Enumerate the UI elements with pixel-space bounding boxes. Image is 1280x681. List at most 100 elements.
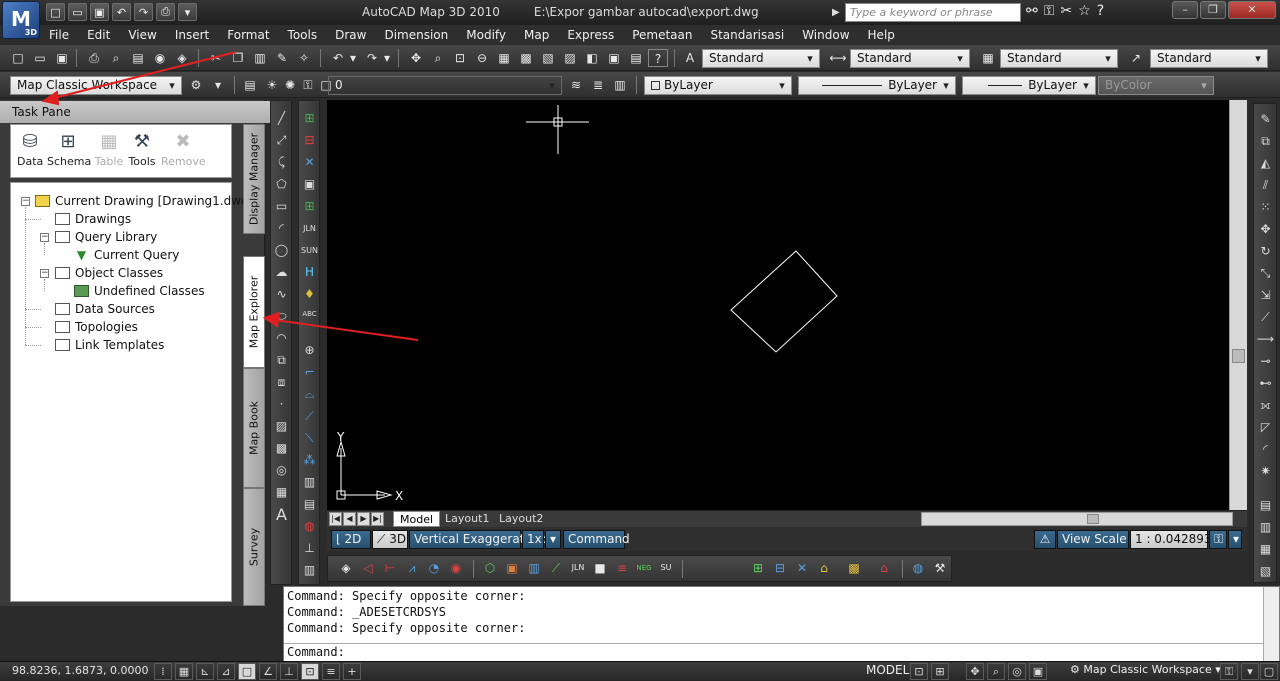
hatch-icon[interactable]: ▨	[272, 417, 291, 436]
map-x-icon[interactable]: ✕	[300, 153, 319, 172]
polyline-icon[interactable]: ⤹	[272, 153, 291, 172]
map-polygon-icon[interactable]: ◈	[336, 559, 356, 577]
move-icon[interactable]: ✥	[1256, 220, 1275, 239]
key-icon[interactable]: ⚿	[1044, 3, 1055, 19]
make-layer-current-icon[interactable]: ≋	[566, 76, 586, 94]
menu-modify[interactable]: Modify	[457, 28, 515, 42]
jln-map-icon[interactable]: JLN	[568, 559, 588, 577]
map-angle-icon[interactable]: ◁	[358, 559, 378, 577]
snap-settings-icon[interactable]: ▥	[300, 561, 319, 580]
open-icon[interactable]: ▭	[68, 3, 87, 21]
snap-center-icon[interactable]: ⁂	[300, 451, 319, 470]
zoom-previous-icon[interactable]: ⊖	[472, 49, 492, 67]
plot-preview-icon[interactable]: ⌕	[106, 49, 126, 67]
tab-survey[interactable]: Survey	[243, 488, 265, 606]
task-pane-title[interactable]: Task Pane	[0, 101, 270, 123]
first-tab-arrow-icon[interactable]: |◀	[329, 512, 342, 526]
save-file-icon[interactable]: ▣	[52, 49, 72, 67]
menu-draw[interactable]: Draw	[326, 28, 375, 42]
match-properties-icon[interactable]: ✎	[272, 49, 292, 67]
horizontal-scrollbar[interactable]	[921, 512, 1233, 526]
menu-tools[interactable]: Tools	[279, 28, 327, 42]
map-grid-icon[interactable]: ⊞	[300, 109, 319, 128]
search-arrow-icon[interactable]: ▶	[832, 3, 844, 22]
view-2d-button[interactable]: ⌊ 2D	[331, 530, 371, 549]
sheet-set-icon[interactable]: ▨	[560, 49, 580, 67]
zoom-window-icon[interactable]: ⊡	[450, 49, 470, 67]
map-measure-icon[interactable]: ⊟	[770, 559, 790, 577]
menu-express[interactable]: Express	[558, 28, 623, 42]
plot-icon[interactable]: ⎙	[156, 3, 175, 21]
vertical-exaggeration-value[interactable]: 1x	[522, 530, 544, 549]
construction-line-icon[interactable]: ⤢	[272, 131, 291, 150]
tree-item-object-classes[interactable]: Object Classes	[55, 264, 163, 282]
binoculars-icon[interactable]: ⚯	[1026, 3, 1038, 19]
map-house-icon[interactable]: ⌂	[814, 559, 834, 577]
zoom-realtime-icon[interactable]: ⌕	[428, 49, 448, 67]
help-toolbar-icon[interactable]: ?	[648, 49, 668, 67]
multileader-style-icon[interactable]: ↗	[1126, 49, 1146, 67]
lock-icon[interactable]: ⚿	[1209, 530, 1227, 549]
circle-icon[interactable]: ◯	[272, 241, 291, 260]
layer-select[interactable]: 0	[328, 76, 562, 95]
rotate-icon[interactable]: ↻	[1256, 242, 1275, 261]
insert-block-icon[interactable]: ⧉	[272, 351, 291, 370]
polar-tracking-icon[interactable]: ⊿	[217, 663, 235, 680]
linetype-select[interactable]: ByLayer	[798, 76, 956, 95]
arc-icon[interactable]: ◜	[272, 219, 291, 238]
workspace-switch[interactable]: ⚙ Map Classic Workspace ▾	[1070, 663, 1221, 680]
schema-tool-button[interactable]: ⊞ Schema	[47, 131, 91, 168]
redo-toolbar-icon[interactable]: ↷	[362, 49, 382, 67]
data-tool-button[interactable]: ⛁ Data	[17, 131, 43, 168]
open-file-icon[interactable]: ▭	[30, 49, 50, 67]
application-menu-button[interactable]: M 3D	[2, 1, 40, 39]
favorites-star-icon[interactable]: ☆	[1078, 3, 1091, 19]
model-space-button[interactable]: MODEL	[864, 663, 911, 680]
snap-quadrant-icon[interactable]: ▤	[300, 495, 319, 514]
save-icon[interactable]: ▣	[90, 3, 109, 21]
snap-midpoint-icon[interactable]: ⌓	[300, 385, 319, 404]
toolbar-lock-icon[interactable]: ⚿	[1220, 663, 1238, 680]
mirror-icon[interactable]: ◭	[1256, 154, 1275, 173]
tab-map-book[interactable]: Map Book	[243, 368, 265, 488]
jln-label-icon[interactable]: JLN	[300, 219, 319, 238]
ellipse-arc-icon[interactable]: ◠	[272, 329, 291, 348]
menu-dimension[interactable]: Dimension	[375, 28, 457, 42]
next-tab-arrow-icon[interactable]: ▶	[357, 512, 370, 526]
map-graph-icon[interactable]: ⩘	[402, 559, 422, 577]
map-frame-icon[interactable]: ▣	[502, 559, 522, 577]
qnew-icon[interactable]: □	[8, 49, 28, 67]
dynamic-ucs-icon[interactable]: ⊥	[280, 663, 298, 680]
layer-states-icon[interactable]: ▥	[610, 76, 630, 94]
menu-pemetaan[interactable]: Pemetaan	[623, 28, 701, 42]
help-icon[interactable]: ?	[1097, 3, 1104, 19]
neg-map-icon[interactable]: NEG	[634, 559, 654, 577]
tree-item-data-sources[interactable]: Data Sources	[55, 300, 155, 318]
status-dropdown-icon[interactable]: ▾	[1228, 530, 1242, 549]
snap-tracking-icon[interactable]: ∠	[259, 663, 277, 680]
offset-icon[interactable]: ⫽	[1256, 176, 1275, 195]
warning-icon[interactable]: ⚠	[1034, 530, 1056, 549]
redo-dropdown-icon[interactable]: ▾	[382, 49, 392, 67]
text-style-icon[interactable]: A	[680, 49, 700, 67]
qat-dropdown-icon[interactable]: ▾	[178, 3, 197, 21]
publish-dwf-icon[interactable]: ◈	[172, 49, 192, 67]
tree-item-current-query[interactable]: ▼ Current Query	[74, 246, 179, 264]
map-target-icon[interactable]: ◉	[446, 559, 466, 577]
workspace-select[interactable]: Map Classic Workspace	[10, 76, 182, 95]
stretch-icon[interactable]: ⇲	[1256, 286, 1275, 305]
quick-view-layouts-icon[interactable]: ⊡	[910, 663, 928, 680]
exaggeration-dropdown-icon[interactable]: ▾	[545, 530, 561, 549]
menu-map[interactable]: Map	[515, 28, 558, 42]
layer-bulb-icon[interactable]: ☀	[262, 76, 282, 94]
draworder-above-icon[interactable]: ▦	[1256, 540, 1275, 559]
draworder-front-icon[interactable]: ▤	[1256, 496, 1275, 515]
su-map-icon[interactable]: SU	[656, 559, 676, 577]
quickcalc-icon[interactable]: ▣	[604, 49, 624, 67]
revision-cloud-icon[interactable]: ☁	[272, 263, 291, 282]
pan-status-icon[interactable]: ✥	[966, 663, 984, 680]
lineweight-toggle-icon[interactable]: ≡	[322, 663, 340, 680]
drawing-canvas[interactable]: Y X	[327, 100, 1229, 510]
tree-item-link-templates[interactable]: Link Templates	[55, 336, 164, 354]
dynamic-input-icon[interactable]: ⊡	[301, 663, 319, 680]
